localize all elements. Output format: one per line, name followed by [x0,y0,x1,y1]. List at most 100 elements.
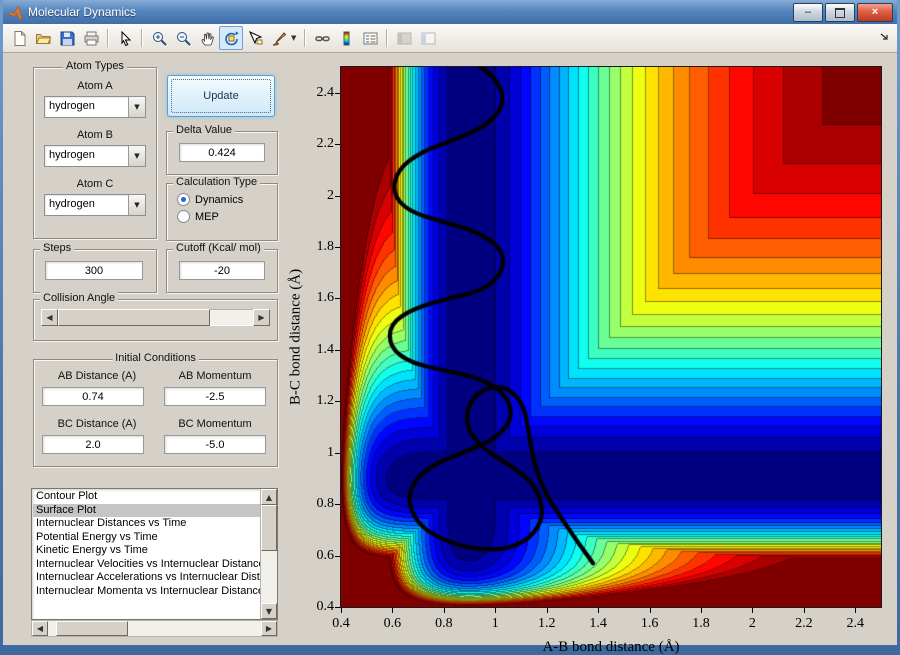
calculation-type-panel: Calculation Type Dynamics MEP [166,183,278,241]
hide-plot-tools-button[interactable] [392,26,416,50]
bc-distance-input[interactable] [42,435,144,454]
dynamics-radio-label: Dynamics [195,194,243,206]
maximize-icon [835,8,845,18]
insert-colorbar-button[interactable] [334,26,358,50]
new-figure-button[interactable] [7,26,31,50]
y-tick-mark [335,247,340,248]
zoom-out-button[interactable] [171,26,195,50]
bc-momentum-input[interactable] [164,435,266,454]
rotate-3d-icon [223,30,240,47]
figure-content: Atom Types Atom A hydrogen ▼ Atom B hydr… [3,53,897,645]
radio-button-icon[interactable] [177,210,190,223]
matlab-icon [7,4,23,20]
y-tick-label: 1.4 [294,342,334,358]
y-tick-mark [335,350,340,351]
scroll-up-arrow[interactable]: ▲ [261,489,277,505]
show-plot-tools-icon [420,30,437,47]
toolbar-separator [386,29,388,47]
atom-c-dropdown[interactable]: hydrogen ▼ [44,194,146,216]
update-button[interactable]: Update [167,75,275,117]
pes-canvas[interactable] [341,67,881,607]
save-floppy-icon [59,30,76,47]
open-file-button[interactable] [31,26,55,50]
chevron-down-icon[interactable]: ▼ [128,146,145,166]
listbox-vertical-scrollbar[interactable]: ▲ ▼ [260,489,277,619]
data-cursor-button[interactable] [243,26,267,50]
x-tick-mark [701,608,702,613]
show-plot-tools-button[interactable] [416,26,440,50]
rotate-3d-button[interactable] [219,26,243,50]
listbox-horizontal-scrollbar[interactable]: ◀ ▶ [31,620,278,637]
slider-track[interactable] [58,309,253,326]
x-tick-mark [392,608,393,613]
list-item[interactable]: Internuclear Accelerations vs Internucle… [33,571,260,585]
list-item[interactable]: Surface Plot [33,504,260,518]
scroll-down-arrow[interactable]: ▼ [261,603,277,619]
mep-radio-row[interactable]: MEP [177,210,277,223]
ab-distance-label: AB Distance (A) [42,370,152,382]
toolbar-overflow-arrow[interactable] [879,31,891,43]
cutoff-input[interactable] [179,261,265,280]
ab-distance-input[interactable] [42,387,144,406]
y-tick-label: 1.6 [294,290,334,306]
minimize-button[interactable]: – [793,3,823,22]
dynamics-radio-row[interactable]: Dynamics [177,193,277,206]
delta-value-input[interactable] [179,143,265,162]
y-tick-mark [335,93,340,94]
plot-type-list: Contour PlotSurface PlotInternuclear Dis… [33,490,260,618]
chevron-down-icon[interactable]: ▼ [128,97,145,117]
brush-dropdown-chevron[interactable]: ▼ [291,34,300,42]
collision-angle-slider[interactable]: ◀ ▶ [41,309,270,326]
print-figure-button[interactable] [79,26,103,50]
atom-a-dropdown[interactable]: hydrogen ▼ [44,96,146,118]
save-figure-button[interactable] [55,26,79,50]
slider-right-arrow[interactable]: ▶ [253,309,270,326]
plot-area: A-B bond distance (Å) B-C bond distance … [341,67,881,607]
title-bar[interactable]: Molecular Dynamics – × [3,0,897,24]
hand-icon [199,30,216,47]
figure-toolbar: ▼ [3,24,897,53]
zoom-in-icon [151,30,168,47]
atom-types-title: Atom Types [63,60,127,72]
maximize-button[interactable] [825,3,855,22]
scroll-right-arrow[interactable]: ▶ [261,621,277,636]
brush-data-button[interactable] [267,26,291,50]
link-chain-icon [314,30,331,47]
edit-plot-button[interactable] [113,26,137,50]
atom-b-dropdown[interactable]: hydrogen ▼ [44,145,146,167]
zoom-out-icon [175,30,192,47]
x-tick-label: 2.2 [779,616,829,632]
pan-button[interactable] [195,26,219,50]
insert-legend-button[interactable] [358,26,382,50]
list-item[interactable]: Potential Energy vs Time [33,531,260,545]
chevron-down-icon[interactable]: ▼ [128,195,145,215]
scroll-left-arrow[interactable]: ◀ [32,621,48,636]
toolbar-separator [107,29,109,47]
x-tick-label: 0.6 [367,616,417,632]
slider-thumb[interactable] [58,309,210,326]
horizontal-scroll-thumb[interactable] [56,621,128,636]
vertical-scroll-thumb[interactable] [261,505,277,551]
y-tick-mark [335,144,340,145]
initial-conditions-panel: Initial Conditions AB Distance (A) AB Mo… [33,359,278,467]
link-plot-button[interactable] [310,26,334,50]
plot-type-listbox[interactable]: Contour PlotSurface PlotInternuclear Dis… [31,488,278,620]
slider-left-arrow[interactable]: ◀ [41,309,58,326]
list-item[interactable]: Kinetic Energy vs Time [33,544,260,558]
list-item[interactable]: Internuclear Momenta vs Internuclear Dis… [33,585,260,599]
pointer-arrow-icon [117,30,134,47]
list-item[interactable]: Contour Plot [33,490,260,504]
list-item[interactable]: Internuclear Distances vs Time [33,517,260,531]
ab-momentum-input[interactable] [164,387,266,406]
x-tick-label: 0.4 [316,616,366,632]
x-tick-mark [444,608,445,613]
window-title: Molecular Dynamics [28,5,136,19]
steps-input[interactable] [45,261,143,280]
y-tick-mark [335,453,340,454]
zoom-in-button[interactable] [147,26,171,50]
x-tick-label: 1 [470,616,520,632]
list-item[interactable]: Internuclear Velocities vs Internuclear … [33,558,260,572]
close-button[interactable]: × [857,3,893,22]
collision-angle-panel: Collision Angle ◀ ▶ [33,299,278,341]
radio-button-icon[interactable] [177,193,190,206]
